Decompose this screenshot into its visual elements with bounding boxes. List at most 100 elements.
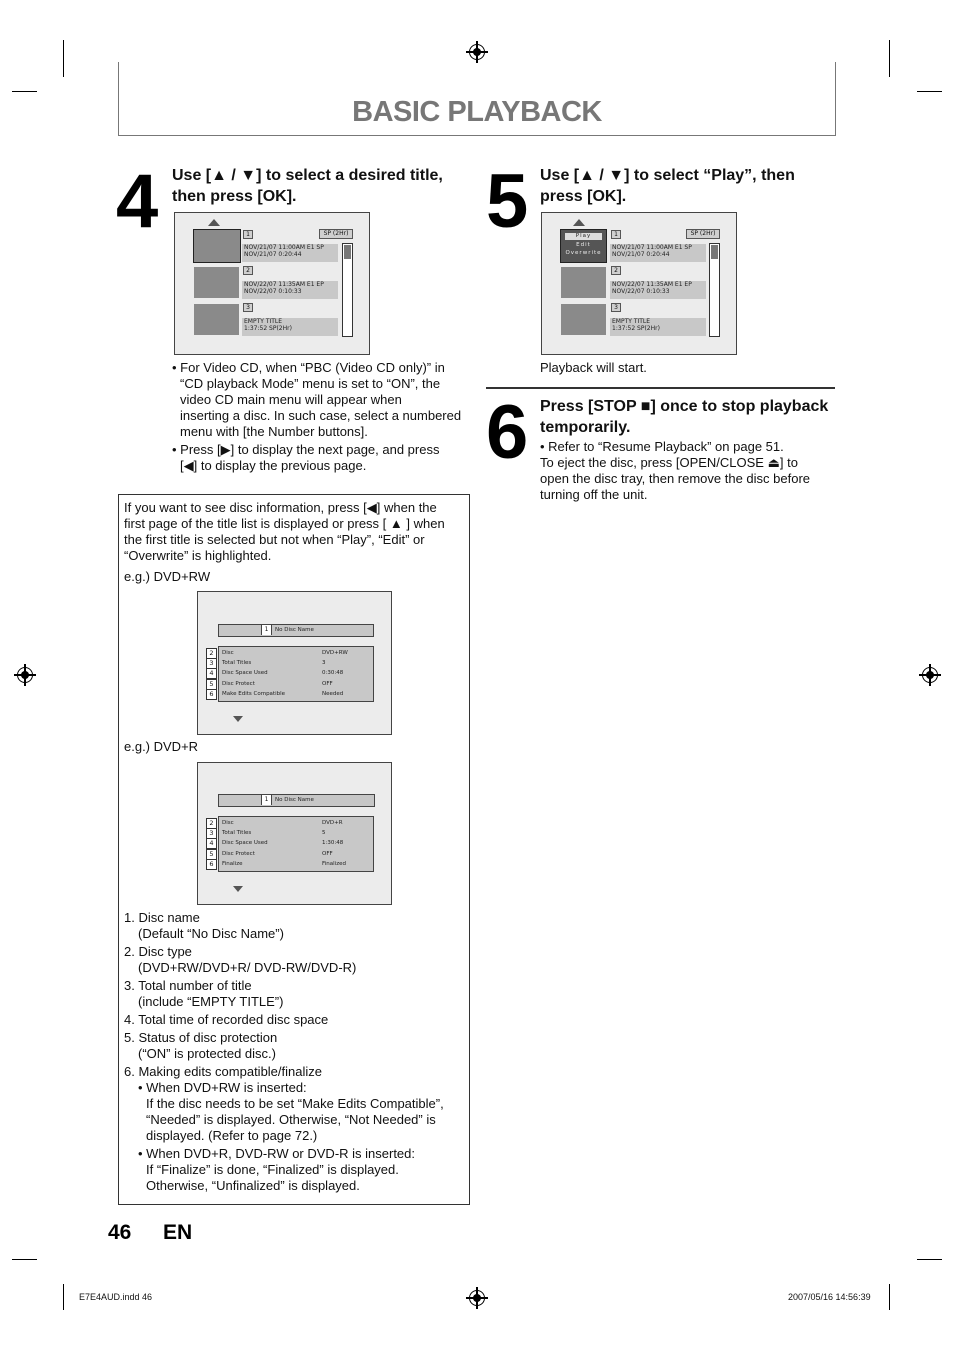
- disc-info-panel: Disc DVD+R Total Titles 5 Disc Space Use…: [218, 816, 374, 872]
- callout-number: 4: [206, 838, 217, 849]
- title-list-screen-with-menu: Play Edit Overwrite 1 SP (2Hr) NOV/21/07…: [541, 212, 737, 355]
- title-number: 1: [243, 230, 253, 239]
- legend-line: (“ON” is protected disc.): [138, 1046, 276, 1061]
- info-label: Total Titles: [222, 830, 252, 836]
- step-4-heading-line2: then press [OK].: [172, 188, 297, 205]
- title-row[interactable]: EMPTY TITLE 1:37:52 SP(2Hr): [242, 318, 338, 336]
- crop-mark: [63, 40, 64, 77]
- step-6-text: • Refer to “Resume Playback” on page 51.…: [540, 439, 840, 503]
- note-line: “CD playback Mode” menu is set to “ON”, …: [180, 376, 441, 391]
- callout-number: 4: [206, 668, 217, 679]
- recording-mode-tag: SP (2Hr): [319, 229, 353, 239]
- scrollbar[interactable]: [709, 243, 720, 337]
- page-language: EN: [163, 1221, 193, 1244]
- step-5-heading-line1: Use [▲ / ▼] to select “Play”, then: [540, 167, 795, 184]
- info-intro-line: the first title is selected but not when…: [124, 532, 425, 547]
- footer-filename: E7E4AUD.indd 46: [79, 1292, 153, 1302]
- note-line: • For Video CD, when “PBC (Video CD only…: [172, 360, 445, 375]
- menu-item-edit[interactable]: Edit: [561, 242, 606, 249]
- title-row-line1: EMPTY TITLE: [612, 318, 651, 325]
- crop-mark: [889, 40, 890, 77]
- recording-mode-tag: SP (2Hr): [686, 229, 720, 239]
- title-row[interactable]: NOV/21/07 11:00AM E1 SP NOV/21/07 0:20:4…: [610, 244, 706, 262]
- legend-line: displayed. (Refer to page 72.): [146, 1128, 318, 1143]
- info-label: Make Edits Compatible: [222, 691, 286, 697]
- title-row-line2: NOV/21/07 0:20:44: [612, 251, 670, 258]
- step-4-number: 4: [116, 159, 159, 244]
- note-line: video CD main menu will appear when: [180, 392, 402, 407]
- legend-line: 1. Disc name: [124, 910, 200, 925]
- registration-mark-icon: [466, 41, 488, 63]
- info-label: Disc Space Used: [222, 670, 268, 676]
- callout-number: 6: [206, 689, 217, 700]
- info-value: OFF: [322, 851, 333, 857]
- callout-number: 6: [206, 859, 217, 870]
- menu-item-play[interactable]: Play: [565, 233, 602, 240]
- disc-name: No Disc Name: [275, 627, 314, 633]
- legend-line: Otherwise, “Unfinalized” is displayed.: [146, 1178, 360, 1193]
- title-row-line1: NOV/21/07 11:00AM E1 SP: [612, 244, 692, 251]
- title-row-line1: NOV/21/07 11:00AM E1 SP: [244, 244, 324, 251]
- title-number: 1: [611, 230, 621, 239]
- title-row-line1: EMPTY TITLE: [244, 318, 283, 325]
- page-number: 46: [108, 1221, 132, 1244]
- crop-mark: [12, 1259, 37, 1260]
- legend-line: 6. Making edits compatible/finalize: [124, 1064, 322, 1079]
- title-thumbnail: [193, 229, 241, 263]
- legend-line: (Default “No Disc Name”): [138, 926, 284, 941]
- info-intro-line: first page of the title list is displaye…: [124, 516, 445, 531]
- title-list-screen: 1 SP (2Hr) NOV/21/07 11:00AM E1 SP NOV/2…: [174, 212, 370, 355]
- info-value: OFF: [322, 681, 333, 687]
- title-number: 3: [243, 303, 253, 312]
- title-row[interactable]: NOV/21/07 11:00AM E1 SP NOV/21/07 0:20:4…: [242, 244, 338, 262]
- crop-mark: [917, 1259, 942, 1260]
- title-row-line1: NOV/22/07 11:35AM E1 EP: [612, 281, 692, 288]
- info-value: 1:30:48: [322, 840, 344, 846]
- title-row[interactable]: NOV/22/07 11:35AM E1 EP NOV/22/07 0:10:3…: [242, 281, 338, 299]
- note-line: inserting a disc. In such case, select a…: [180, 408, 462, 423]
- step-5-note: Playback will start.: [540, 360, 647, 375]
- info-label: Disc Protect: [222, 681, 255, 687]
- info-label: Finalize: [222, 861, 243, 867]
- section-header: BASIC PLAYBACK: [118, 62, 836, 136]
- title-row-line2: NOV/22/07 0:10:33: [244, 288, 302, 295]
- scrollbar[interactable]: [342, 243, 353, 337]
- menu-item-overwrite[interactable]: Overwrite: [561, 250, 606, 257]
- example-label: e.g.) DVD+RW: [124, 569, 211, 584]
- legend-line: 3. Total number of title: [124, 978, 252, 993]
- step-4-heading-line1: Use [▲ / ▼] to select a desired title,: [172, 167, 443, 184]
- title-thumbnail: [194, 267, 239, 298]
- step-6-line: open the disc tray, then remove the disc…: [540, 471, 811, 486]
- title-thumbnail: [561, 267, 606, 298]
- title-row-line1: NOV/22/07 11:35AM E1 EP: [244, 281, 324, 288]
- info-value: Finalized: [322, 861, 346, 867]
- step-6-heading: Press [STOP ■] once to stop playback tem…: [540, 396, 840, 438]
- legend-line: • When DVD+R, DVD-RW or DVD-R is inserte…: [138, 1146, 416, 1161]
- registration-mark-icon: [14, 664, 36, 686]
- note-line: • Press [▶] to display the next page, an…: [172, 442, 440, 457]
- info-value: 0:30:48: [322, 670, 344, 676]
- disc-info-box: If you want to see disc information, pre…: [118, 494, 470, 1205]
- info-value: DVD+RW: [322, 650, 348, 656]
- legend-line: 2. Disc type: [124, 944, 192, 959]
- legend-line: 5. Status of disc protection: [124, 1030, 278, 1045]
- title-number: 2: [611, 266, 621, 275]
- title-action-menu: Play Edit Overwrite: [560, 229, 607, 263]
- legend-line: (include “EMPTY TITLE”): [138, 994, 284, 1009]
- title-thumbnail: [561, 304, 606, 335]
- step-6-line: • Refer to “Resume Playback” on page 51.: [540, 439, 784, 454]
- title-row[interactable]: EMPTY TITLE 1:37:52 SP(2Hr): [610, 318, 706, 336]
- legend-line: If the disc needs to be set “Make Edits …: [146, 1096, 444, 1111]
- step-6-number: 6: [486, 390, 529, 475]
- title-row[interactable]: NOV/22/07 11:35AM E1 EP NOV/22/07 0:10:3…: [610, 281, 706, 299]
- step-4-notes: • For Video CD, when “PBC (Video CD only…: [172, 360, 472, 474]
- note-line: [◀] to display the previous page.: [180, 458, 367, 473]
- section-title: BASIC PLAYBACK: [352, 96, 602, 128]
- disc-name-bar: 1 No Disc Name: [218, 624, 374, 637]
- legend-line: “Needed” is displayed. Otherwise, “Not N…: [146, 1112, 436, 1127]
- legend-line: • When DVD+RW is inserted:: [138, 1080, 307, 1095]
- info-label: Disc: [222, 650, 234, 656]
- step-6-line: turning off the unit.: [540, 487, 648, 502]
- title-thumbnail: [194, 304, 239, 335]
- crop-mark: [63, 1284, 64, 1310]
